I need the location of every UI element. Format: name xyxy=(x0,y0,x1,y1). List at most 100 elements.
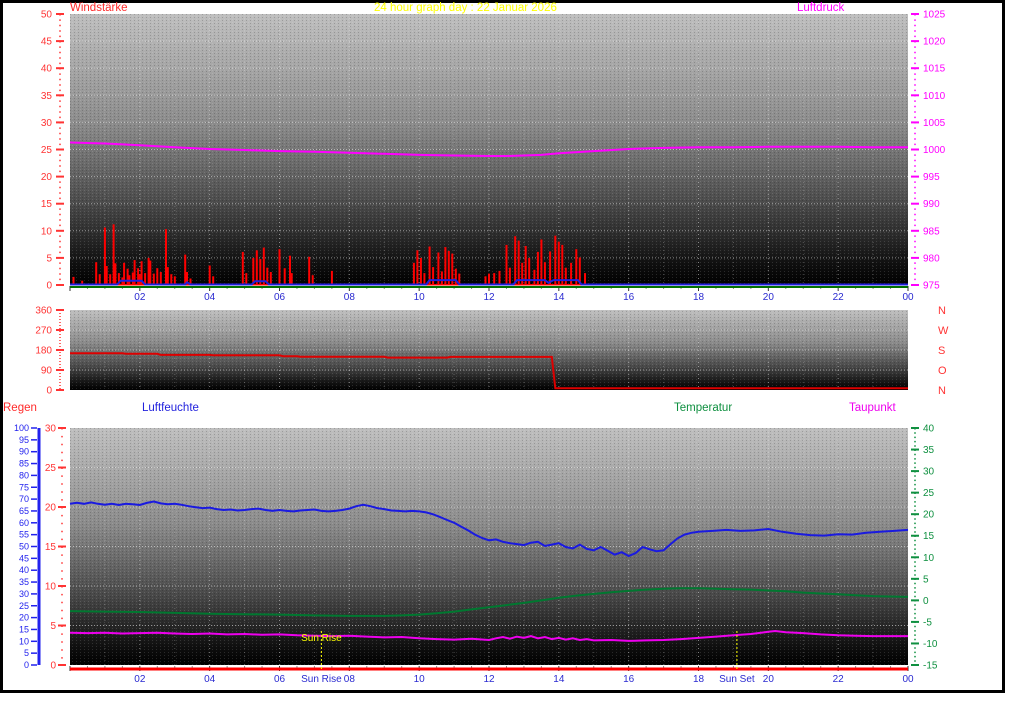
svg-text:10: 10 xyxy=(923,553,935,564)
svg-text:50: 50 xyxy=(41,10,53,21)
svg-text:270: 270 xyxy=(35,326,52,337)
svg-text:50: 50 xyxy=(19,542,29,552)
svg-text:25: 25 xyxy=(19,601,29,611)
svg-text:90: 90 xyxy=(41,366,53,377)
windstaerke-title: Windstärke xyxy=(70,2,128,14)
svg-text:35: 35 xyxy=(923,445,935,456)
svg-text:10: 10 xyxy=(19,636,29,646)
svg-text:06: 06 xyxy=(274,674,286,685)
svg-text:W: W xyxy=(938,325,949,337)
svg-text:30: 30 xyxy=(923,467,935,478)
svg-text:5: 5 xyxy=(50,621,56,632)
svg-text:20: 20 xyxy=(45,503,57,514)
svg-text:-15: -15 xyxy=(923,661,938,672)
svg-text:10: 10 xyxy=(41,226,53,237)
svg-text:22: 22 xyxy=(833,674,845,685)
compass-letters: NWSON xyxy=(938,305,949,397)
svg-text:180: 180 xyxy=(35,346,52,357)
weather-graph-window: 0510152025303540455097598098599099510001… xyxy=(0,0,1024,705)
svg-text:0: 0 xyxy=(46,386,52,397)
svg-text:00: 00 xyxy=(902,674,914,685)
svg-text:Sun Rise: Sun Rise xyxy=(301,674,342,685)
svg-text:Sun Set: Sun Set xyxy=(719,674,755,685)
svg-text:5: 5 xyxy=(923,574,929,585)
svg-text:35: 35 xyxy=(41,91,53,102)
svg-text:0: 0 xyxy=(24,660,29,670)
graph-day-title: 24 hour graph day : 22 Januar 2026 xyxy=(374,2,557,14)
svg-text:1000: 1000 xyxy=(923,145,946,156)
svg-text:60: 60 xyxy=(19,518,29,528)
svg-text:45: 45 xyxy=(19,553,29,563)
svg-text:N: N xyxy=(938,305,946,317)
luftdruck-title: Luftdruck xyxy=(797,2,844,14)
svg-text:22: 22 xyxy=(833,292,845,303)
svg-text:08: 08 xyxy=(344,674,356,685)
svg-text:30: 30 xyxy=(45,424,57,435)
svg-text:25: 25 xyxy=(45,463,57,474)
svg-text:95: 95 xyxy=(19,435,29,445)
svg-text:-5: -5 xyxy=(923,617,932,628)
svg-text:40: 40 xyxy=(19,565,29,575)
svg-text:18: 18 xyxy=(693,292,705,303)
svg-text:20: 20 xyxy=(41,172,53,183)
svg-text:12: 12 xyxy=(483,292,495,303)
svg-text:00: 00 xyxy=(902,292,914,303)
svg-text:360: 360 xyxy=(35,306,52,317)
svg-text:Sun Rise: Sun Rise xyxy=(301,633,342,644)
svg-text:-10: -10 xyxy=(923,639,938,650)
svg-text:20: 20 xyxy=(923,510,935,521)
svg-text:16: 16 xyxy=(623,292,635,303)
svg-text:20: 20 xyxy=(763,674,775,685)
svg-text:5: 5 xyxy=(24,648,29,658)
svg-text:18: 18 xyxy=(693,674,705,685)
svg-text:12: 12 xyxy=(483,674,495,685)
svg-text:14: 14 xyxy=(553,674,565,685)
svg-text:0: 0 xyxy=(46,281,52,292)
svg-text:1010: 1010 xyxy=(923,91,946,102)
svg-text:35: 35 xyxy=(19,577,29,587)
svg-text:985: 985 xyxy=(923,226,940,237)
svg-text:975: 975 xyxy=(923,281,940,292)
svg-text:02: 02 xyxy=(134,292,146,303)
humidity-temperature-panel: 0510152025303540455055606570758085909510… xyxy=(14,423,938,685)
svg-text:1005: 1005 xyxy=(923,118,946,129)
svg-text:80: 80 xyxy=(19,470,29,480)
svg-text:70: 70 xyxy=(19,494,29,504)
svg-text:04: 04 xyxy=(204,292,216,303)
svg-text:16: 16 xyxy=(623,674,635,685)
svg-text:0: 0 xyxy=(50,661,56,672)
svg-text:06: 06 xyxy=(274,292,286,303)
svg-text:0: 0 xyxy=(923,596,929,607)
svg-text:10: 10 xyxy=(414,292,426,303)
svg-text:20: 20 xyxy=(763,292,775,303)
svg-text:40: 40 xyxy=(923,424,935,435)
svg-text:08: 08 xyxy=(344,292,356,303)
svg-text:20: 20 xyxy=(19,613,29,623)
svg-text:55: 55 xyxy=(19,530,29,540)
svg-text:30: 30 xyxy=(41,118,53,129)
wind-pressure-panel: 0510152025303540455097598098599099510001… xyxy=(41,10,946,304)
svg-text:02: 02 xyxy=(134,674,146,685)
svg-text:S: S xyxy=(938,345,945,357)
svg-text:15: 15 xyxy=(41,199,53,210)
luftfeuchte-title: Luftfeuchte xyxy=(142,402,199,414)
svg-text:15: 15 xyxy=(19,624,29,634)
svg-text:75: 75 xyxy=(19,482,29,492)
regen-title: Regen xyxy=(3,402,37,414)
svg-text:40: 40 xyxy=(41,64,53,75)
svg-text:10: 10 xyxy=(414,674,426,685)
svg-text:15: 15 xyxy=(45,542,57,553)
svg-text:5: 5 xyxy=(46,253,52,264)
svg-text:90: 90 xyxy=(19,447,29,457)
svg-text:980: 980 xyxy=(923,253,940,264)
taupunkt-title: Taupunkt xyxy=(849,402,896,414)
svg-text:10: 10 xyxy=(45,582,57,593)
weather-charts-canvas: 0510152025303540455097598098599099510001… xyxy=(0,0,1024,705)
svg-text:O: O xyxy=(938,365,947,377)
svg-text:25: 25 xyxy=(923,488,935,499)
svg-text:1025: 1025 xyxy=(923,10,946,21)
svg-text:15: 15 xyxy=(923,531,935,542)
svg-text:100: 100 xyxy=(14,423,29,433)
svg-text:85: 85 xyxy=(19,459,29,469)
svg-text:995: 995 xyxy=(923,172,940,183)
